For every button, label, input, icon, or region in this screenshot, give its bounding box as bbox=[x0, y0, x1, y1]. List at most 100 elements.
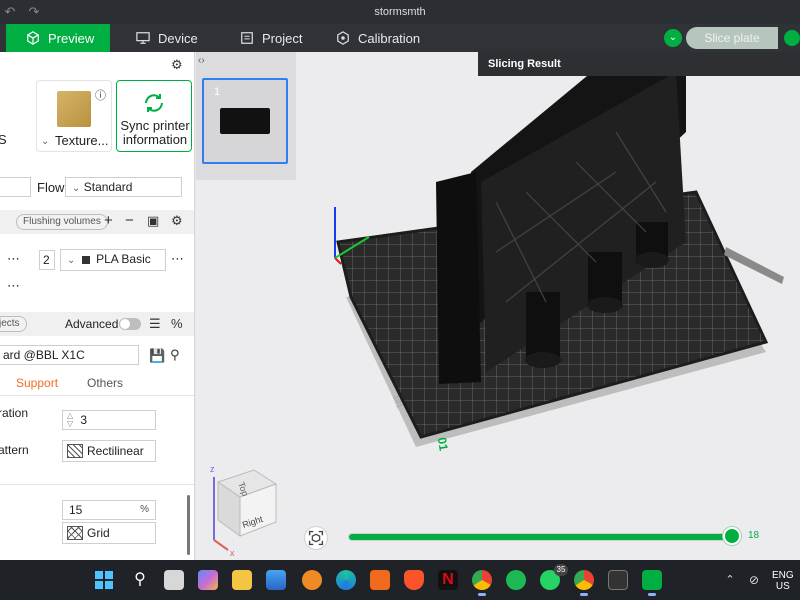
title-bar: ↶ ↷ stormsmth bbox=[0, 0, 800, 24]
search-icon[interactable]: ⚲ bbox=[130, 570, 150, 590]
sync-printer-card[interactable]: Sync printer information bbox=[116, 80, 192, 152]
plus-icon[interactable]: + bbox=[104, 213, 113, 228]
tab-others[interactable]: Others bbox=[87, 376, 123, 390]
bambu-studio-icon[interactable] bbox=[642, 570, 662, 596]
nozzle-field[interactable] bbox=[0, 177, 31, 197]
filament-slot-number: 2 bbox=[39, 250, 55, 270]
blender-icon[interactable] bbox=[302, 570, 322, 590]
tab-support[interactable]: Support bbox=[16, 376, 58, 390]
filament-select[interactable]: ⌄ PLA Basic bbox=[60, 249, 166, 271]
process-profile-select[interactable]: ard @BBL X1C bbox=[0, 345, 139, 365]
task-view-icon[interactable] bbox=[164, 570, 184, 590]
edge-icon[interactable] bbox=[336, 570, 356, 590]
plate-type-label: S bbox=[0, 132, 7, 147]
fusion-icon[interactable] bbox=[370, 570, 390, 590]
layer-slider-value: 18 bbox=[748, 530, 760, 541]
whatsapp-icon[interactable]: 35 bbox=[540, 564, 568, 590]
tab-project[interactable]: Project bbox=[240, 24, 302, 52]
terminal-icon[interactable] bbox=[608, 570, 628, 590]
region-code: US bbox=[775, 581, 790, 592]
slicing-result-header[interactable]: Slicing Result bbox=[478, 52, 800, 76]
density-value: 15 bbox=[69, 503, 83, 517]
support-pillar-base bbox=[525, 352, 561, 368]
density-field[interactable]: 15 % bbox=[62, 500, 156, 520]
filament-color-swatch bbox=[81, 256, 90, 264]
support-pillar-base bbox=[587, 297, 623, 313]
print-button[interactable] bbox=[784, 30, 800, 46]
x-axis-line bbox=[334, 257, 342, 265]
layer-slider-fill bbox=[349, 534, 734, 540]
layer-slider-track[interactable] bbox=[348, 533, 738, 541]
language-indicator[interactable]: ENG US bbox=[772, 570, 794, 592]
tab-preview[interactable]: Preview bbox=[6, 24, 110, 52]
slice-controls: ⌄ Slice plate bbox=[664, 27, 800, 49]
settings-panel: ⚙ S ⓘ ⌄ Texture... Sync printer informat… bbox=[0, 52, 195, 560]
more-icon[interactable]: ⋯ bbox=[7, 279, 20, 293]
layer-slider-handle[interactable] bbox=[723, 527, 742, 545]
window-title: stormsmth bbox=[374, 6, 426, 18]
flow-select[interactable]: ⌄ Standard bbox=[65, 177, 182, 197]
tab-label: Calibration bbox=[358, 30, 421, 46]
chevron-down-icon[interactable]: ⌄ bbox=[41, 135, 49, 149]
tab-label: Project bbox=[262, 30, 303, 46]
3d-viewport[interactable]: 01 101 Top Right z x ‹› 1 Slicing Result… bbox=[196, 52, 800, 560]
flushing-volumes-button[interactable]: Flushing volumes bbox=[16, 214, 108, 230]
process-profile-value: ard @BBL X1C bbox=[3, 348, 85, 362]
plate-texture-swatch bbox=[57, 91, 91, 127]
list-icon[interactable]: ☰ bbox=[149, 317, 161, 331]
setting-value: Rectilinear bbox=[87, 444, 144, 458]
bed-number-label: 01 bbox=[434, 436, 451, 452]
filament-sync-icon[interactable]: ▣ bbox=[147, 214, 159, 228]
copilot-icon[interactable] bbox=[198, 570, 218, 590]
wifi-off-icon[interactable]: ⊘ bbox=[744, 570, 764, 590]
more-icon[interactable]: ⋯ bbox=[7, 252, 20, 266]
file-explorer-icon[interactable] bbox=[232, 570, 252, 590]
spacer bbox=[0, 472, 194, 488]
save-icon[interactable]: 💾 bbox=[149, 349, 165, 363]
main-nav: Preview Device Project Calibration ⌄ Sli… bbox=[0, 24, 800, 52]
gear-icon[interactable]: ⚙ bbox=[171, 58, 183, 72]
windows-taskbar: ⚲ N 35 ⌃ ⊘ ENG US bbox=[0, 560, 800, 600]
texture-label: Texture... bbox=[55, 133, 109, 148]
netflix-icon[interactable]: N bbox=[438, 570, 458, 590]
search-icon[interactable]: ⚲ bbox=[170, 348, 180, 362]
chevron-down-icon[interactable]: ⌄ bbox=[664, 29, 682, 47]
store-icon[interactable] bbox=[266, 570, 286, 590]
chrome-icon[interactable] bbox=[472, 570, 492, 596]
brave-icon[interactable] bbox=[404, 570, 424, 590]
chevron-up-icon[interactable]: ⌃ bbox=[720, 570, 740, 590]
spotify-icon[interactable] bbox=[506, 570, 526, 590]
sync-label: Sync printer information bbox=[120, 118, 190, 147]
chrome-profile-icon[interactable] bbox=[574, 570, 594, 596]
texture-plate-card[interactable]: ⓘ ⌄ Texture... bbox=[36, 80, 112, 152]
more-icon[interactable]: ⋯ bbox=[171, 252, 184, 266]
fit-view-button[interactable] bbox=[304, 526, 328, 550]
windows-start-icon[interactable] bbox=[94, 570, 114, 590]
tab-calibration[interactable]: Calibration bbox=[336, 24, 420, 52]
plate-number: 1 bbox=[214, 86, 221, 98]
tab-device[interactable]: Device bbox=[136, 24, 198, 52]
info-icon[interactable]: ⓘ bbox=[95, 89, 106, 103]
plate-thumbnail[interactable]: 1 bbox=[202, 78, 288, 164]
panel-scrollbar[interactable] bbox=[187, 495, 190, 555]
monitor-icon bbox=[136, 32, 150, 44]
sync-icon bbox=[145, 94, 163, 112]
axis-z-label: z bbox=[210, 464, 215, 474]
grid-pattern-select[interactable]: Grid bbox=[62, 522, 156, 544]
calibration-icon bbox=[337, 31, 349, 45]
slice-plate-button[interactable]: Slice plate bbox=[686, 27, 778, 49]
chevron-down-icon: ⌄ bbox=[67, 255, 76, 266]
cube-x-axis bbox=[213, 539, 229, 551]
pattern-select[interactable]: Rectilinear bbox=[62, 440, 156, 462]
minus-icon[interactable]: − bbox=[125, 213, 134, 228]
collapse-arrows-icon[interactable]: ‹› bbox=[198, 55, 205, 66]
model-wall-face bbox=[436, 172, 481, 384]
objects-tab[interactable]: jects bbox=[0, 316, 27, 332]
setting-label: attern bbox=[0, 443, 29, 457]
advanced-toggle[interactable] bbox=[119, 318, 141, 330]
percent-icon[interactable]: % bbox=[171, 317, 183, 331]
gear-icon[interactable]: ⚙ bbox=[171, 214, 183, 228]
plate-thumbnail-strip: ‹› 1 bbox=[196, 52, 296, 180]
setting-stepper[interactable]: △ ▽ 3 bbox=[62, 410, 156, 430]
setting-label: ration bbox=[0, 406, 29, 420]
